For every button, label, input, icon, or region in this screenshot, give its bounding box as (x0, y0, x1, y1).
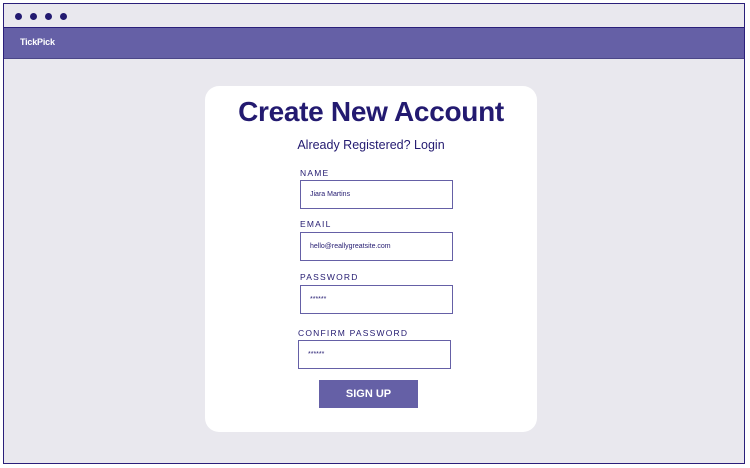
browser-window: TickPick Create New Account Already Regi… (3, 3, 745, 464)
confirm-password-field[interactable]: ****** (298, 340, 451, 369)
password-label: PASSWORD (300, 272, 359, 282)
brand-logo[interactable]: TickPick (20, 37, 55, 47)
window-dot-icon[interactable] (60, 13, 67, 20)
email-label: EMAIL (300, 219, 332, 229)
name-label: NAME (300, 168, 330, 178)
password-field[interactable]: ****** (300, 285, 453, 314)
top-navbar: TickPick (4, 27, 744, 59)
page-title: Create New Account (238, 96, 504, 127)
window-dot-icon[interactable] (45, 13, 52, 20)
sign-up-button[interactable]: SIGN UP (319, 380, 418, 408)
signup-card: Create New Account Already Registered? L… (205, 86, 537, 432)
window-dot-icon[interactable] (15, 13, 22, 20)
confirm-password-label: CONFIRM PASSWORD (298, 328, 409, 338)
email-field[interactable]: hello@reallygreatsite.com (300, 232, 453, 261)
login-link[interactable]: Already Registered? Login (205, 138, 537, 152)
window-dot-icon[interactable] (30, 13, 37, 20)
name-field[interactable]: Jiara Martins (300, 180, 453, 209)
window-titlebar (4, 4, 744, 27)
